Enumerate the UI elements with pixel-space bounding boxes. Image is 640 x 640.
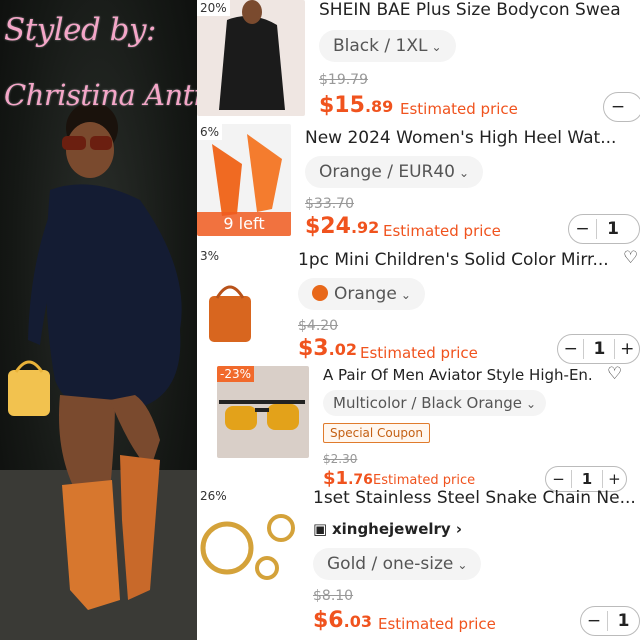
caption-styled-by: Styled by: bbox=[4, 12, 156, 48]
special-coupon-badge: Special Coupon bbox=[323, 423, 430, 443]
price-cents: .76 bbox=[348, 472, 373, 488]
increase-quantity-button[interactable]: + bbox=[601, 470, 626, 488]
quantity-value[interactable]: 1 bbox=[584, 339, 614, 359]
current-price: $1.76 bbox=[323, 468, 373, 489]
quantity-value[interactable]: 1 bbox=[572, 470, 602, 488]
color-swatch-icon bbox=[312, 285, 328, 301]
estimated-price-label: Estimated price bbox=[373, 473, 476, 488]
original-price: $8.10 bbox=[313, 588, 354, 604]
estimated-price-label: Estimated price bbox=[400, 100, 518, 118]
estimated-price-label: Estimated price bbox=[383, 222, 501, 240]
caption-stylist-name: Christina Antionette bbox=[4, 78, 197, 112]
variant-label: Orange / EUR40 bbox=[319, 162, 455, 182]
decrease-quantity-button[interactable]: − bbox=[569, 219, 597, 239]
cart-item: -23% A Pair Of Men Aviator Style High-En… bbox=[197, 364, 640, 492]
decrease-quantity-button[interactable]: − bbox=[546, 470, 573, 488]
favorite-icon[interactable]: ♡ bbox=[607, 364, 622, 384]
variant-label: Black / 1XL bbox=[333, 36, 428, 56]
cart-item: 3% 1pc Mini Children's Solid Color Mirr.… bbox=[197, 248, 640, 366]
variant-selector[interactable]: Orange ⌄ bbox=[298, 278, 425, 310]
discount-badge: 6% bbox=[197, 124, 223, 140]
price-cents: .03 bbox=[343, 612, 372, 631]
chevron-down-icon: ⌄ bbox=[431, 40, 442, 54]
quantity-stepper: − bbox=[603, 92, 640, 122]
price-cents: .89 bbox=[364, 97, 394, 116]
variant-label: Orange bbox=[334, 284, 397, 304]
variant-selector[interactable]: Orange / EUR40 ⌄ bbox=[305, 156, 484, 188]
price-cents: .92 bbox=[350, 218, 380, 237]
variant-label: Multicolor / Black Orange bbox=[333, 394, 522, 412]
current-price: $15.89 bbox=[319, 93, 393, 118]
chevron-down-icon: ⌄ bbox=[458, 166, 470, 180]
quantity-value[interactable]: 1 bbox=[608, 611, 639, 631]
price-main: $24 bbox=[305, 214, 351, 239]
price-cents: .02 bbox=[328, 340, 357, 359]
cart-item: 26% 1set Stainless Steel Snake Chain Ne.… bbox=[197, 488, 640, 640]
product-title[interactable]: New 2024 Women's High Heel Wat... bbox=[305, 128, 625, 148]
quantity-value[interactable]: 1 bbox=[597, 219, 629, 239]
product-image[interactable]: 3% bbox=[197, 248, 287, 358]
chevron-right-icon: › bbox=[450, 520, 463, 538]
decrease-quantity-button[interactable]: − bbox=[604, 97, 632, 117]
variant-selector[interactable]: Gold / one-size ⌄ bbox=[313, 548, 482, 580]
estimated-price-label: Estimated price bbox=[360, 344, 478, 362]
chevron-down-icon: ⌄ bbox=[400, 288, 411, 302]
stock-badge: 9 left bbox=[197, 212, 291, 236]
price-main: $1 bbox=[323, 468, 349, 489]
product-image[interactable]: 26% bbox=[197, 488, 299, 600]
increase-quantity-button[interactable]: + bbox=[614, 339, 639, 359]
current-price: $3.02 bbox=[298, 336, 357, 361]
variant-selector[interactable]: Multicolor / Black Orange ⌄ bbox=[323, 390, 547, 416]
variant-selector[interactable]: Black / 1XL ⌄ bbox=[319, 30, 456, 62]
product-title[interactable]: SHEIN BAE Plus Size Bodycon Swea bbox=[319, 0, 640, 20]
decrease-quantity-button[interactable]: − bbox=[558, 339, 585, 359]
current-price: $24.92 bbox=[305, 214, 379, 239]
product-image[interactable]: -23% bbox=[217, 366, 309, 458]
chevron-down-icon: ⌄ bbox=[457, 558, 468, 572]
chevron-down-icon: ⌄ bbox=[525, 397, 537, 411]
price-main: $15 bbox=[319, 93, 365, 118]
original-price: $33.70 bbox=[305, 196, 354, 212]
quantity-stepper: − 1 + bbox=[557, 334, 640, 364]
store-name: xinghejewelry bbox=[331, 520, 451, 538]
price-main: $3 bbox=[298, 336, 329, 361]
product-title[interactable]: 1set Stainless Steel Snake Chain Ne... bbox=[313, 488, 640, 508]
product-title[interactable]: A Pair Of Men Aviator Style High-En... bbox=[323, 366, 593, 384]
product-image[interactable]: 6% 9 left bbox=[197, 124, 291, 236]
decrease-quantity-button[interactable]: − bbox=[581, 611, 609, 631]
product-image[interactable]: 20% bbox=[197, 0, 305, 116]
store-link[interactable]: ▣ xinghejewelry › bbox=[313, 520, 462, 538]
cart-list: 20% SHEIN BAE Plus Size Bodycon Swea Bla… bbox=[197, 0, 640, 640]
original-price: $2.30 bbox=[323, 452, 358, 466]
cart-item: 20% SHEIN BAE Plus Size Bodycon Swea Bla… bbox=[197, 0, 640, 122]
discount-badge: 20% bbox=[197, 0, 230, 16]
discount-badge: 3% bbox=[197, 248, 223, 264]
styled-photo: Styled by: Christina Antionette bbox=[0, 0, 197, 640]
price-main: $6 bbox=[313, 608, 344, 633]
variant-label: Gold / one-size bbox=[327, 554, 454, 574]
original-price: $19.79 bbox=[319, 72, 368, 88]
estimated-price-label: Estimated price bbox=[378, 615, 496, 633]
store-icon: ▣ bbox=[313, 520, 332, 538]
quantity-stepper: − 1 bbox=[580, 606, 640, 636]
discount-badge: 26% bbox=[197, 488, 230, 504]
discount-badge: -23% bbox=[217, 366, 255, 382]
current-price: $6.03 bbox=[313, 608, 372, 633]
cart-item: 6% 9 left New 2024 Women's High Heel Wat… bbox=[197, 124, 640, 244]
product-title[interactable]: 1pc Mini Children's Solid Color Mirr... bbox=[298, 250, 608, 270]
favorite-icon[interactable]: ♡ bbox=[623, 248, 638, 268]
quantity-stepper: − 1 bbox=[568, 214, 640, 244]
original-price: $4.20 bbox=[298, 318, 339, 334]
